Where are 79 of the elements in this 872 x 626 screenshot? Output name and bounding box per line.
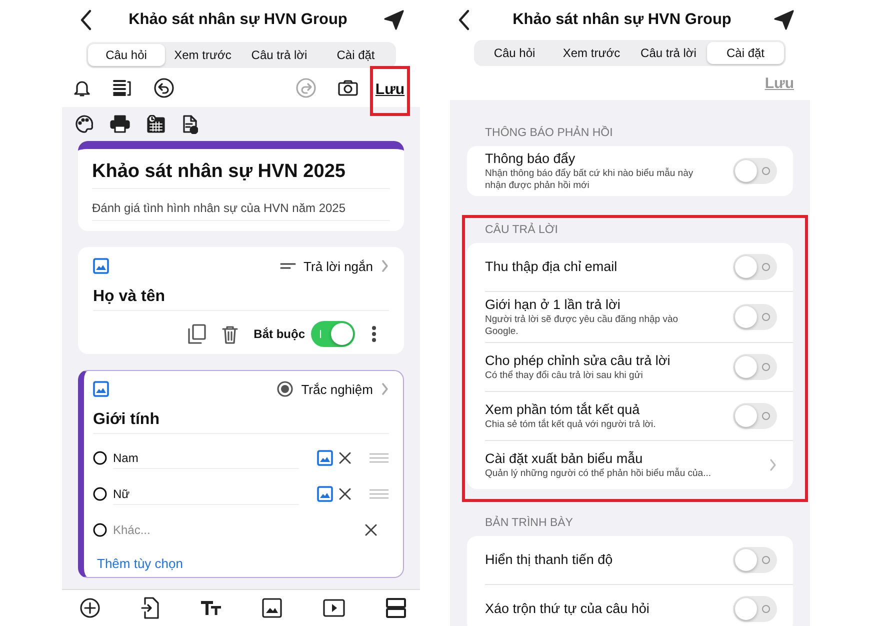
tab[interactable]: Cài đặt [318,44,394,66]
option-field[interactable]: Nam [113,448,299,468]
toggle-switch[interactable] [733,254,777,280]
document-icon[interactable] [182,114,198,134]
question-type-selector[interactable]: Trắc nghiệm [301,382,373,396]
toggle-switch[interactable] [733,402,777,429]
question-title-field[interactable]: Giới tính [93,397,389,434]
required-label: Bắt buộc [254,327,305,341]
section-heading: THÔNG BÁO PHẢN HỒI [484,124,614,141]
toggle-switch[interactable] [733,158,777,184]
drag-handle-icon[interactable] [369,453,389,463]
chevron-icon [381,382,389,396]
video-icon[interactable] [323,599,346,617]
tab[interactable]: Cài đặt [707,42,784,64]
short-answer-icon [280,262,296,270]
toggle-switch[interactable] [311,321,355,347]
list-icon[interactable] [112,78,132,96]
screen-title: Khảo sát nhân sự HVN Group [128,11,348,29]
send-icon[interactable] [384,10,404,30]
section-heading: CÂU TRẢ LỜI [484,222,559,238]
other-option-field[interactable]: Khác... [113,520,150,540]
tab[interactable]: Xem trước [164,44,241,66]
add-option-link[interactable]: Thêm tùy chọn [93,548,389,571]
tab[interactable]: Xem trước [553,42,630,64]
screen-title: Khảo sát nhân sự HVN Group [512,11,732,29]
question-type-selector[interactable]: Trả lời ngắn [304,258,373,274]
printer-icon[interactable] [110,115,130,133]
trash-icon[interactable] [222,324,238,344]
undo-icon[interactable] [154,78,174,98]
image-icon[interactable] [262,598,282,618]
text-format-icon[interactable] [200,600,222,616]
send-icon[interactable] [774,10,794,30]
setting-title: Cho phép chỉnh sửa câu trả lời [485,352,672,369]
calendar-icon[interactable] [147,115,165,133]
drag-handle-icon[interactable] [369,489,389,499]
tab[interactable]: Câu hỏi [476,42,553,64]
tab[interactable]: Câu trả lời [241,44,318,66]
setting-title: Xem phần tóm tắt kết quả [485,402,641,418]
add-icon[interactable] [80,598,100,618]
section-heading: BẢN TRÌNH BÀY [484,514,574,531]
toggle-switch[interactable] [733,304,777,330]
radio-icon [93,487,107,501]
close-icon[interactable] [339,452,351,464]
save-link[interactable]: Lưu [375,79,405,99]
more-icon[interactable] [371,325,377,343]
setting-description: Nhận thông báo đẩy bất cứ khi nào biểu mẫu này nhận được phản hồi mới [485,168,694,191]
palette-icon[interactable] [75,115,93,133]
toggle-switch[interactable] [733,354,777,380]
tab[interactable]: Câu trả lời [630,42,707,64]
setting-title: Cài đặt xuất bản biểu mẫu [485,450,644,467]
form-description-field[interactable]: Đánh giá tình hình nhân sự của HVN năm 2025 [92,189,390,221]
setting-description: Có thể thay đổi câu trả lời sau khi gửi [485,370,644,382]
radio-icon [93,451,107,465]
tab[interactable]: Câu hỏi [88,44,164,66]
setting-description: Chia sẻ tóm tắt kết quả với người trả lời. [485,418,657,430]
radio-icon [277,381,294,397]
setting-title: Thông báo đẩy [485,151,576,168]
section-icon[interactable] [386,598,406,618]
setting-description: Người trả lời sẽ được yêu cầu đăng nhập vào Google. [485,314,680,337]
setting-title: Hiển thị thanh tiến độ [485,552,614,568]
bell-icon[interactable] [74,78,90,96]
setting-title: Xáo trộn thứ tự của câu hỏi [485,600,650,618]
setting-title: Giới hạn ở 1 lần trả lời [485,296,622,314]
toggle-switch[interactable] [733,546,777,573]
question-title-field[interactable]: Họ và tên [93,274,389,311]
copy-icon[interactable] [188,324,206,344]
chevron-icon [381,259,389,273]
camera-icon[interactable] [338,80,358,96]
setting-title: Thu thập địa chỉ email [485,258,618,276]
radio-icon [93,523,107,537]
close-icon[interactable] [365,524,377,536]
form-title-field[interactable]: Khảo sát nhân sự HVN 2025 [92,157,390,189]
back-icon[interactable] [458,9,470,31]
back-icon[interactable] [80,9,92,31]
toggle-switch[interactable] [733,596,777,622]
close-icon[interactable] [339,488,351,500]
setting-description: Quản lý những người có thể phản hồi biểu mẫu của... [485,468,712,480]
option-field[interactable]: Nữ [113,484,299,504]
import-icon[interactable] [140,597,159,619]
